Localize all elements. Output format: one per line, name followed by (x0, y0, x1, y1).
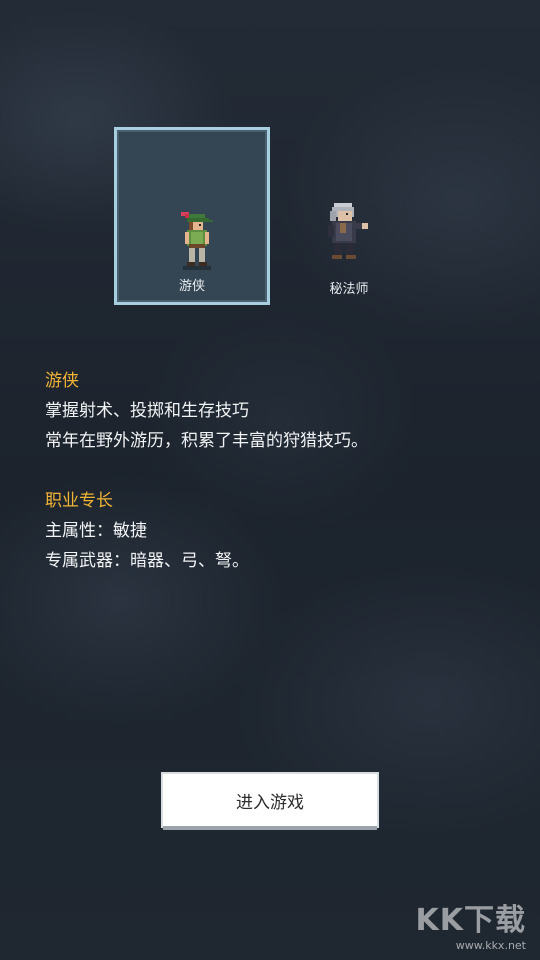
class-description-line-2: 常年在野外游历，积累了丰富的狩猎技巧。 (45, 431, 368, 451)
character-card-mage[interactable]: 秘法师 (290, 127, 408, 305)
class-description-line-1: 掌握射术、投掷和生存技巧 (45, 401, 249, 421)
watermark: KK下载 www.kkx.net (416, 895, 527, 952)
mage-sprite-icon (328, 203, 368, 259)
character-card-ranger[interactable]: 游侠 (114, 127, 270, 305)
class-name-heading: 游侠 (45, 371, 79, 391)
weapons-text: 专属武器：暗器、弓、弩。 (45, 551, 249, 571)
enter-game-button[interactable]: 进入游戏 (163, 774, 377, 826)
character-name-mage: 秘法师 (329, 282, 369, 297)
watermark-url: www.kkx.net (455, 939, 526, 952)
watermark-logo: KK下载 (415, 903, 526, 938)
character-name-ranger: 游侠 (178, 279, 205, 294)
main-attribute-text: 主属性：敏捷 (45, 521, 147, 541)
class-info-panel: 游侠 掌握射术、投掷和生存技巧 常年在野外游历，积累了丰富的狩猎技巧。 职业专长… (45, 366, 505, 576)
specialty-heading: 职业专长 (45, 491, 113, 511)
ranger-sprite-icon (181, 212, 213, 270)
